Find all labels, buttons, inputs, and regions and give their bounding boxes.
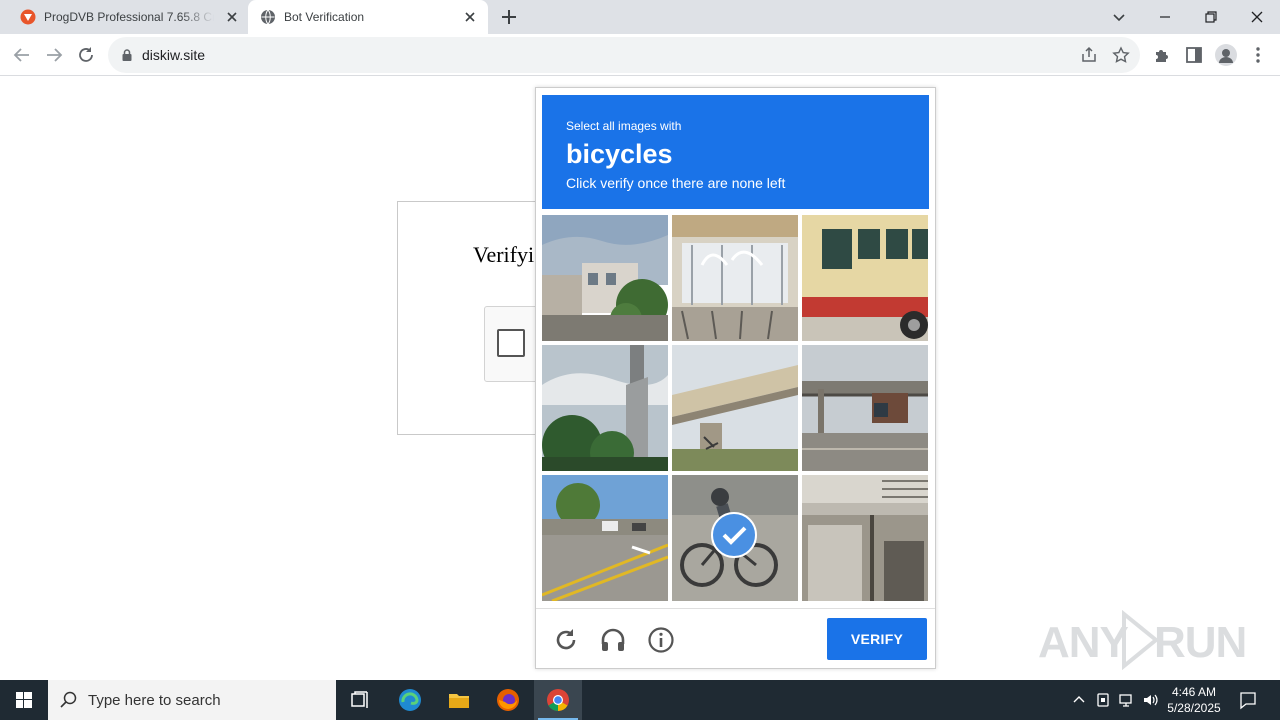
taskbar-search[interactable]: Type here to search: [48, 680, 336, 720]
new-tab-icon[interactable]: [499, 7, 519, 27]
folder-icon: [447, 688, 471, 712]
captcha-tile[interactable]: [542, 215, 668, 341]
captcha-tile[interactable]: [672, 215, 798, 341]
chrome-icon: [546, 688, 570, 712]
clock-time: 4:46 AM: [1171, 685, 1217, 699]
task-view-icon: [348, 688, 372, 712]
back-arrow-icon[interactable]: [11, 44, 33, 66]
close-tab-icon[interactable]: [224, 9, 240, 25]
captcha-challenge: Select all images with bicycles Click ve…: [535, 87, 936, 669]
search-icon: [60, 691, 78, 709]
forward-arrow-icon[interactable]: [43, 44, 65, 66]
captcha-tile[interactable]: [802, 215, 928, 341]
verify-button[interactable]: VERIFY: [827, 618, 927, 660]
extensions-puzzle-icon[interactable]: [1151, 44, 1173, 66]
verification-heading: Verifyi: [473, 242, 535, 267]
captcha-tile[interactable]: [542, 475, 668, 601]
task-view-button[interactable]: [336, 680, 384, 720]
notifications-icon[interactable]: [1238, 690, 1258, 710]
windows-start-icon[interactable]: [0, 680, 48, 720]
captcha-header: Select all images with bicycles Click ve…: [542, 95, 929, 209]
robot-checkbox[interactable]: [497, 329, 525, 357]
device-icon[interactable]: [1094, 691, 1112, 709]
tab-progdvb[interactable]: ProgDVB Professional 7.65.8 Cra: [8, 0, 246, 34]
captcha-tile[interactable]: [802, 475, 928, 601]
info-icon[interactable]: [647, 626, 675, 654]
globe-icon: [260, 9, 276, 25]
tab-title: ProgDVB Professional 7.65.8 Cra: [44, 10, 214, 24]
headphones-audio-icon[interactable]: [599, 626, 627, 654]
edge-taskbar-button[interactable]: [386, 680, 434, 720]
chrome-taskbar-button[interactable]: [534, 680, 582, 720]
lock-icon[interactable]: [120, 48, 134, 62]
url-text[interactable]: diskiw.site: [142, 47, 205, 63]
volume-icon[interactable]: [1142, 691, 1160, 709]
captcha-target: bicycles: [566, 139, 673, 169]
search-placeholder: Type here to search: [88, 692, 221, 709]
restore-icon[interactable]: [1199, 5, 1223, 29]
watermark-text-right: RUN: [1154, 618, 1247, 667]
close-tab-icon[interactable]: [462, 9, 478, 25]
menu-kebab-icon[interactable]: [1247, 44, 1269, 66]
bookmark-star-icon[interactable]: [1112, 46, 1130, 64]
tab-title: Bot Verification: [284, 10, 365, 24]
reload-challenge-icon[interactable]: [552, 626, 580, 654]
captcha-tile-bicycle[interactable]: [672, 475, 798, 601]
watermark-text-left: ANY: [1038, 618, 1129, 667]
profile-avatar-icon[interactable]: [1215, 44, 1237, 66]
system-clock[interactable]: 4:46 AM 5/28/2025: [1162, 684, 1226, 716]
file-explorer-taskbar-button[interactable]: [435, 680, 483, 720]
captcha-tile[interactable]: [802, 345, 928, 471]
reload-icon[interactable]: [75, 44, 97, 66]
clock-date: 5/28/2025: [1167, 701, 1221, 715]
tab-strip: ProgDVB Professional 7.65.8 Cra Bot Veri…: [0, 0, 1280, 34]
side-panel-icon[interactable]: [1183, 44, 1205, 66]
captcha-divider: [536, 608, 935, 609]
captcha-instruction: Select all images with: [566, 119, 682, 133]
edge-browser-icon: [398, 688, 422, 712]
minimize-icon[interactable]: [1153, 5, 1177, 29]
tab-search-chevron-icon[interactable]: [1107, 5, 1131, 29]
captcha-hint: Click verify once there are none left: [566, 175, 786, 191]
tray-chevron-up-icon[interactable]: [1070, 691, 1088, 709]
anyrun-watermark: ANY RUN: [1036, 608, 1247, 672]
firefox-taskbar-button[interactable]: [484, 680, 532, 720]
tab-bot-verification[interactable]: Bot Verification: [248, 0, 488, 34]
address-bar[interactable]: diskiw.site: [108, 37, 1140, 73]
network-icon[interactable]: [1118, 691, 1136, 709]
browser-toolbar: diskiw.site: [0, 34, 1280, 76]
windows-taskbar: Type here to search 4:46 AM 5/28/2025: [0, 680, 1280, 720]
close-window-icon[interactable]: [1245, 5, 1269, 29]
captcha-tile[interactable]: [542, 345, 668, 471]
selected-checkmark-icon: [711, 512, 757, 558]
captcha-tile[interactable]: [672, 345, 798, 471]
share-icon[interactable]: [1080, 46, 1098, 64]
progdvb-favicon-icon: [20, 9, 36, 25]
firefox-icon: [496, 688, 520, 712]
